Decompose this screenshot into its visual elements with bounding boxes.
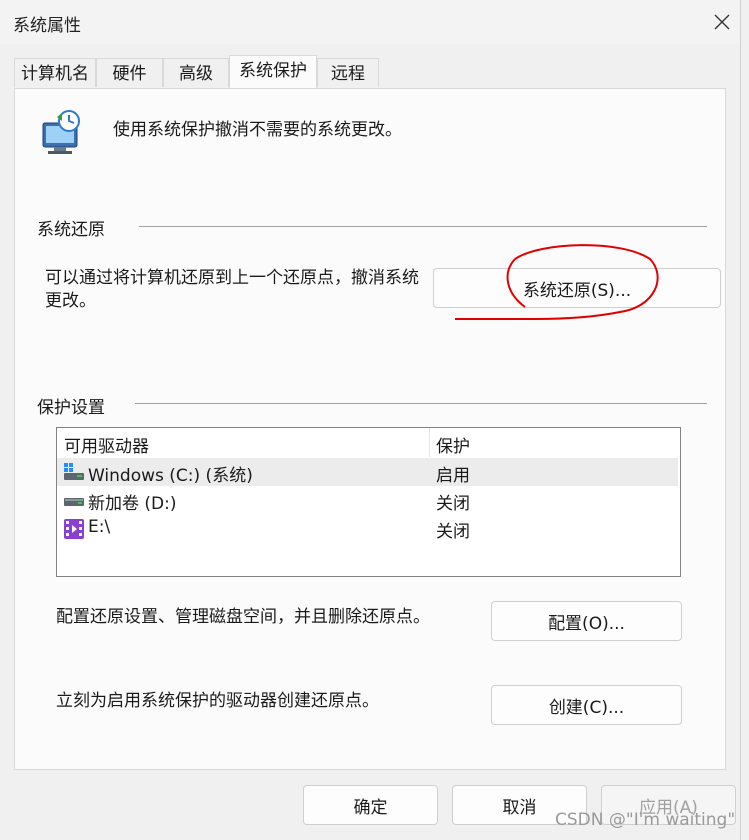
drive-protection-status: 关闭: [436, 494, 470, 514]
system-protection-icon: [37, 109, 87, 161]
drive-protection-status: 启用: [436, 466, 470, 486]
drive-name: 新加卷 (D:): [88, 494, 177, 514]
title-bar: 系统属性: [0, 0, 740, 44]
media-drive-icon: [64, 519, 84, 539]
drive-row-e[interactable]: E:\ 关闭: [57, 514, 678, 542]
red-annotation-circle: [455, 244, 659, 320]
system-restore-description: 可以通过将计算机还原到上一个还原点，撤消系统更改。: [45, 268, 419, 311]
tab-remote[interactable]: 远程: [317, 58, 379, 87]
drive-list[interactable]: 可用驱动器 保护 Windows (C:) (系统) 启用 新加卷 (D:) 关…: [56, 427, 681, 577]
drive-name: E:\: [88, 517, 111, 537]
group-divider: [135, 403, 707, 404]
column-header-protection[interactable]: 保护: [436, 432, 470, 457]
system-restore-group-title: 系统还原: [37, 220, 105, 240]
close-button[interactable]: [700, 0, 744, 44]
drive-name: Windows (C:) (系统): [88, 466, 253, 486]
watermark: CSDN @"I'm waiting": [555, 810, 736, 830]
protection-settings-group-title: 保护设置: [37, 398, 105, 418]
close-icon: [714, 14, 730, 30]
tab-panel-system-protection: 使用系统保护撤消不需要的系统更改。 系统还原 可以通过将计算机还原到上一个还原点…: [14, 88, 726, 770]
drive-list-header: 可用驱动器 保护: [57, 428, 680, 457]
column-separator[interactable]: [429, 428, 430, 457]
hard-drive-icon: [64, 498, 84, 506]
tab-system-protection[interactable]: 系统保护: [229, 55, 317, 88]
tab-advanced[interactable]: 高级: [163, 58, 229, 87]
create-description: 立刻为启用系统保护的驱动器创建还原点。: [56, 691, 379, 711]
system-properties-window: 系统属性 计算机名 硬件 高级 系统保护 远程 使用系统保护撤消不需要的系统更改…: [0, 0, 741, 840]
drive-protection-status: 关闭: [436, 522, 470, 542]
window-title: 系统属性: [13, 16, 81, 36]
drive-row-d[interactable]: 新加卷 (D:) 关闭: [57, 486, 678, 514]
tab-hardware[interactable]: 硬件: [96, 58, 163, 87]
create-button[interactable]: 创建(C)...: [491, 685, 682, 725]
ok-button[interactable]: 确定: [303, 785, 438, 825]
group-divider: [139, 226, 707, 227]
configure-description: 配置还原设置、管理磁盘空间，并且删除还原点。: [56, 607, 430, 627]
tab-computer-name[interactable]: 计算机名: [14, 58, 96, 87]
configure-button[interactable]: 配置(O)...: [491, 601, 682, 641]
intro-text: 使用系统保护撤消不需要的系统更改。: [113, 120, 402, 140]
drive-row-c[interactable]: Windows (C:) (系统) 启用: [57, 458, 678, 486]
column-header-drives[interactable]: 可用驱动器: [64, 432, 149, 457]
windows-drive-icon: [64, 463, 84, 480]
